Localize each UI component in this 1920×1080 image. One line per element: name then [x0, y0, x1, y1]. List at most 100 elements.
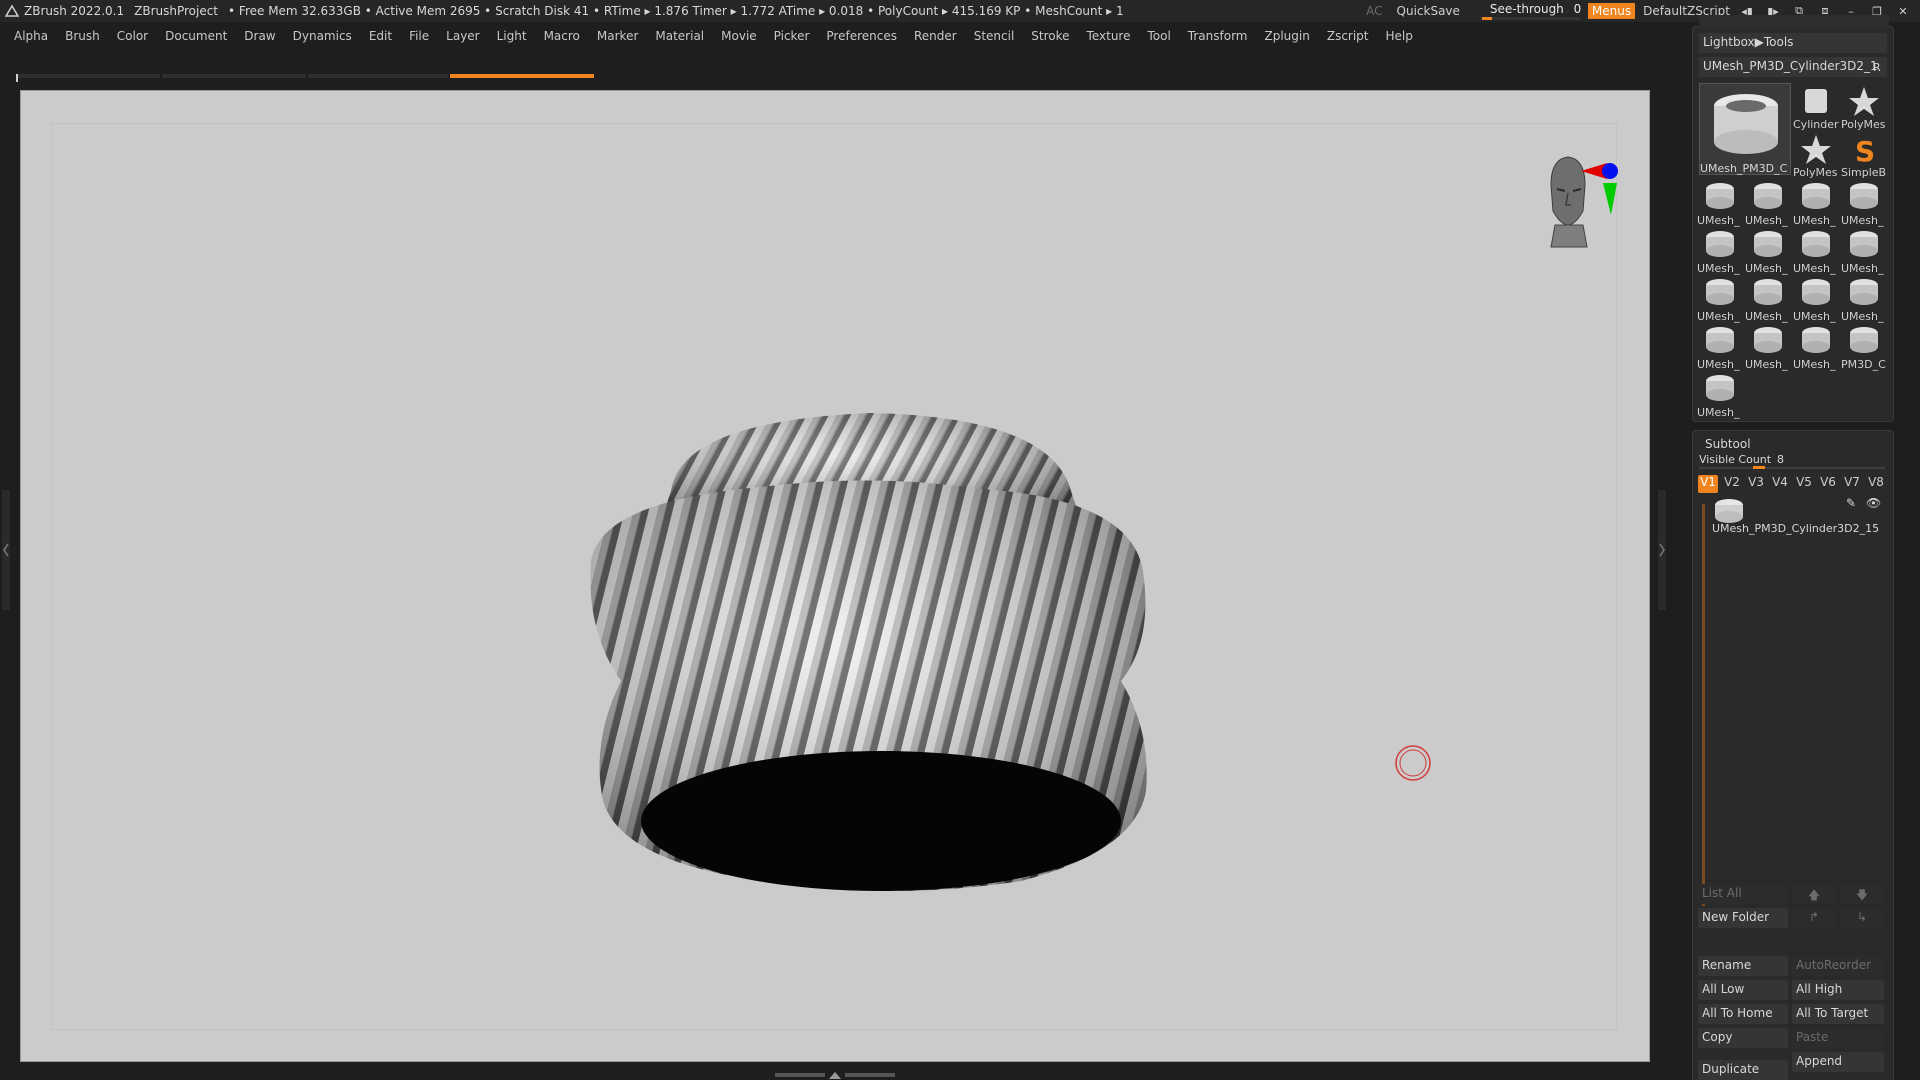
tool-grid-thumb[interactable]: UMesh_	[1841, 275, 1887, 323]
tool-grid-thumb[interactable]: UMesh_	[1697, 323, 1743, 371]
active-tool-thumbnail[interactable]: UMesh_PM3D_C	[1699, 83, 1791, 175]
menus-toggle-button[interactable]: Menus	[1587, 3, 1636, 19]
menu-zscript[interactable]: Zscript	[1327, 29, 1369, 43]
subtool-brush-icon[interactable]: ✎	[1846, 496, 1856, 510]
all-low-button[interactable]: All Low	[1698, 980, 1788, 1000]
project-name[interactable]: ZBrushProject	[134, 4, 218, 18]
version-button-v2[interactable]: V2	[1722, 475, 1742, 493]
menu-render[interactable]: Render	[914, 29, 957, 43]
quicksave-button[interactable]: QuickSave	[1397, 4, 1460, 18]
menu-texture[interactable]: Texture	[1087, 29, 1131, 43]
move-up-icon[interactable]: 🡅	[1792, 884, 1836, 904]
menu-preferences[interactable]: Preferences	[826, 29, 897, 43]
menu-alpha[interactable]: Alpha	[14, 29, 48, 43]
brush-cursor-icon	[1395, 745, 1431, 781]
version-button-v8[interactable]: V8	[1866, 475, 1886, 493]
menu-zplugin[interactable]: Zplugin	[1265, 29, 1310, 43]
see-through-slider[interactable]: See-through 0	[1479, 2, 1581, 20]
copy-button[interactable]: Copy	[1698, 1028, 1788, 1048]
subtool-list-item[interactable]: UMesh_PM3D_Cylinder3D2_15 👁 ✎	[1712, 496, 1892, 540]
menu-brush[interactable]: Brush	[65, 29, 100, 43]
menu-tool[interactable]: Tool	[1147, 29, 1170, 43]
menu-file[interactable]: File	[409, 29, 429, 43]
move-out-icon[interactable]: ↱	[1792, 908, 1836, 928]
menu-dynamics[interactable]: Dynamics	[293, 29, 352, 43]
subtool-eye-icon[interactable]: 👁	[1866, 496, 1881, 510]
menu-marker[interactable]: Marker	[597, 29, 638, 43]
tool-thumb-polymesh-1[interactable]: PolyMes	[1841, 83, 1887, 131]
right-tray: Lightbox▶Tools UMesh_PM3D_Cylinder3D2_1 …	[1692, 15, 1896, 1080]
visible-count-slider[interactable]: Visible Count 8	[1699, 453, 1885, 469]
version-button-v3[interactable]: V3	[1746, 475, 1766, 493]
duplicate-button[interactable]: Duplicate	[1698, 1060, 1788, 1080]
shelf-tab-2[interactable]	[162, 74, 306, 78]
canvas-viewport[interactable]	[20, 90, 1650, 1062]
move-in-icon[interactable]: ↳	[1840, 908, 1884, 928]
tool-grid-thumb[interactable]: UMesh_	[1745, 227, 1791, 275]
tool-thumb-simpleb[interactable]: S SimpleB	[1841, 131, 1887, 179]
subtool-title[interactable]: Subtool	[1705, 437, 1751, 451]
tool-grid-thumb[interactable]: PM3D_C	[1841, 323, 1887, 371]
version-button-v7[interactable]: V7	[1842, 475, 1862, 493]
append-button[interactable]: Append	[1792, 1052, 1884, 1072]
menu-stencil[interactable]: Stencil	[974, 29, 1015, 43]
ac-label[interactable]: AC	[1366, 4, 1382, 18]
tool-grid-thumb[interactable]: UMesh_	[1697, 227, 1743, 275]
paste-button[interactable]: Paste	[1792, 1028, 1884, 1048]
tool-grid-thumb[interactable]: UMesh_	[1745, 275, 1791, 323]
menu-help[interactable]: Help	[1386, 29, 1413, 43]
tool-grid-thumb[interactable]: UMesh_	[1697, 179, 1743, 227]
tool-thumb-cylinder[interactable]: Cylinder	[1793, 83, 1839, 131]
orientation-head-gizmo[interactable]	[1511, 129, 1621, 259]
tool-grid-thumb[interactable]: UMesh_	[1745, 323, 1791, 371]
move-down-icon[interactable]: 🡇	[1840, 884, 1884, 904]
menu-edit[interactable]: Edit	[369, 29, 392, 43]
rename-button[interactable]: Rename	[1698, 956, 1788, 976]
version-button-v5[interactable]: V5	[1794, 475, 1814, 493]
left-tray-handle[interactable]	[2, 490, 10, 610]
right-tray-handle[interactable]	[1658, 490, 1666, 610]
tool-grid-thumb[interactable]: UMesh_	[1793, 275, 1839, 323]
version-button-v6[interactable]: V6	[1818, 475, 1838, 493]
r-button[interactable]: R	[1873, 61, 1881, 74]
menu-movie[interactable]: Movie	[721, 29, 757, 43]
bottom-tray-handle[interactable]	[770, 1070, 900, 1080]
tool-grid-thumb[interactable]: UMesh_	[1793, 179, 1839, 227]
all-to-home-button[interactable]: All To Home	[1698, 1004, 1788, 1024]
tool-grid-thumb[interactable]: UMesh_	[1697, 371, 1743, 419]
twisted-cylinder-mesh[interactable]	[561, 381, 1181, 911]
all-high-button[interactable]: All High	[1792, 980, 1884, 1000]
menu-light[interactable]: Light	[497, 29, 527, 43]
see-through-label: See-through	[1489, 2, 1564, 16]
tool-grid-thumb[interactable]: UMesh_	[1841, 227, 1887, 275]
new-folder-button[interactable]: New Folder	[1698, 908, 1788, 928]
version-button-v4[interactable]: V4	[1770, 475, 1790, 493]
mesh-thumb-icon	[1706, 183, 1734, 209]
menu-document[interactable]: Document	[165, 29, 227, 43]
shelf-tab-3[interactable]	[308, 74, 448, 78]
tool-grid-thumb[interactable]: UMesh_	[1697, 275, 1743, 323]
menu-stroke[interactable]: Stroke	[1031, 29, 1069, 43]
tool-thumb-polymesh-2[interactable]: PolyMes	[1793, 131, 1839, 179]
menu-picker[interactable]: Picker	[774, 29, 810, 43]
version-button-v1[interactable]: V1	[1698, 475, 1718, 493]
all-to-target-button[interactable]: All To Target	[1792, 1004, 1884, 1024]
tool-grid-thumb[interactable]: UMesh_	[1793, 227, 1839, 275]
close-icon[interactable]: ✕	[1894, 5, 1912, 18]
shelf-tab-1[interactable]	[16, 74, 160, 78]
menu-layer[interactable]: Layer	[446, 29, 479, 43]
subtool-list-scrollbar[interactable]	[1702, 504, 1705, 906]
menu-transform[interactable]: Transform	[1188, 29, 1248, 43]
current-tool-slider[interactable]: UMesh_PM3D_Cylinder3D2_1	[1699, 57, 1887, 77]
tool-grid-thumb[interactable]: UMesh_	[1841, 179, 1887, 227]
tool-grid-thumb[interactable]: UMesh_	[1745, 179, 1791, 227]
shelf-tab-4-active[interactable]	[450, 74, 594, 78]
menu-color[interactable]: Color	[117, 29, 148, 43]
menu-draw[interactable]: Draw	[244, 29, 275, 43]
list-all-button[interactable]: List All	[1698, 884, 1788, 904]
lightbox-tools-button[interactable]: Lightbox▶Tools	[1699, 33, 1887, 53]
tool-grid-thumb[interactable]: UMesh_	[1793, 323, 1839, 371]
menu-material[interactable]: Material	[655, 29, 704, 43]
menu-macro[interactable]: Macro	[544, 29, 580, 43]
auto-reorder-button[interactable]: AutoReorder	[1792, 956, 1884, 976]
